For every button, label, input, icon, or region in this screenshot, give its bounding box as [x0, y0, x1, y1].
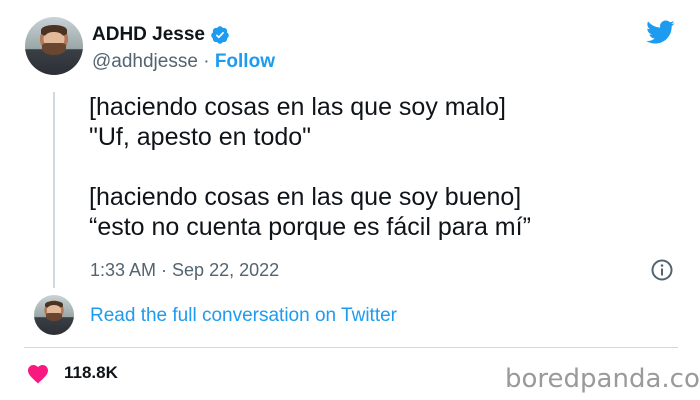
info-icon[interactable]	[650, 258, 674, 282]
author-handle-row: @adhdjesse · Follow	[92, 51, 275, 73]
reply-avatar[interactable]	[34, 295, 74, 335]
verified-badge-icon	[211, 26, 229, 44]
handle-separator: ·	[203, 51, 210, 72]
author-handle[interactable]: @adhdjesse	[92, 51, 198, 72]
like-count: 118.8K	[64, 363, 118, 382]
author-avatar[interactable]	[25, 17, 83, 75]
author-display-name[interactable]: ADHD Jesse	[92, 24, 205, 46]
watermark: boredpanda.com	[505, 364, 700, 394]
tweet-timestamp[interactable]: 1:33 AM · Sep 22, 2022	[90, 260, 279, 281]
tweet-text: [haciendo cosas en las que soy malo] "Uf…	[89, 93, 531, 241]
follow-button[interactable]: Follow	[215, 51, 275, 72]
author-name-row: ADHD Jesse	[92, 24, 230, 46]
thread-line	[53, 92, 55, 288]
twitter-bird-icon[interactable]	[643, 17, 677, 47]
heart-icon[interactable]	[26, 362, 50, 384]
read-conversation-link[interactable]: Read the full conversation on Twitter	[90, 305, 397, 327]
divider	[24, 347, 678, 348]
